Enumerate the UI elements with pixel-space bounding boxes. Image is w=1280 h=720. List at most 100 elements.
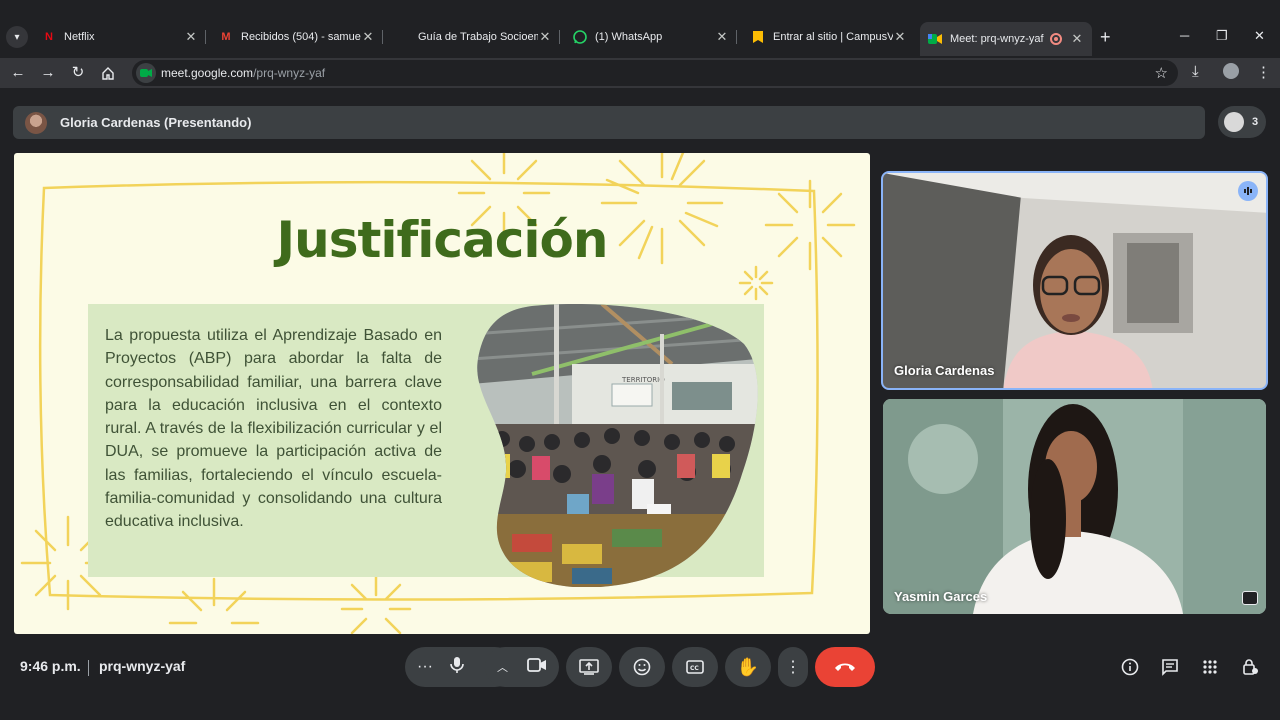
downloads-button[interactable]: ⤓ [1192, 63, 1199, 80]
tab-netflix[interactable]: N Netflix ✕ [34, 24, 206, 50]
url-path: /prq-wnyz-yaf [253, 66, 326, 80]
svg-text:CC: CC [690, 665, 699, 672]
participant-tile-yasmin[interactable]: Yasmin Garces [883, 399, 1266, 614]
browser-toolbar: ← → ↻ meet.google.com/prq-wnyz-yaf ☆ ⤓ ⋮ [0, 58, 1280, 88]
profile-button[interactable] [1223, 63, 1239, 83]
tab-title: Recibidos (504) - samuelyy [241, 31, 361, 43]
reactions-button[interactable] [619, 647, 665, 687]
more-horiz-icon[interactable]: ··· [417, 658, 433, 676]
slide-title: Justificación [276, 211, 609, 269]
activities-button[interactable] [1199, 656, 1221, 678]
tab-gmail[interactable]: M Recibidos (504) - samuelyy ✕ [211, 24, 383, 50]
close-icon[interactable]: ✕ [184, 29, 198, 45]
meeting-details-button[interactable] [1119, 656, 1141, 678]
chat-icon [1162, 659, 1178, 676]
participant-name: Yasmin Garces [894, 589, 988, 604]
minimize-icon: ─ [1180, 28, 1190, 43]
meeting-code: prq-wnyz-yaf [99, 658, 186, 674]
home-button[interactable] [98, 63, 118, 83]
info-icon [1121, 658, 1139, 676]
tab-whatsapp[interactable]: (1) WhatsApp ✕ [565, 24, 737, 50]
close-icon[interactable]: ✕ [538, 29, 552, 45]
bookmark-star-icon[interactable]: ☆ [1155, 64, 1168, 82]
captions-icon: CC [686, 660, 704, 674]
participant-tile-gloria[interactable]: Gloria Cardenas [881, 171, 1268, 390]
arrow-right-icon: → [40, 64, 56, 81]
microphone-button[interactable] [449, 656, 465, 679]
tab-docs[interactable]: Guía de Trabajo Socioemo ✕ [388, 24, 560, 50]
chevron-up-icon[interactable]: ︿ [497, 659, 508, 675]
meet-icon [928, 32, 942, 46]
participant-name: Gloria Cardenas [894, 363, 995, 378]
back-button[interactable]: ← [8, 63, 28, 83]
leave-call-button[interactable] [815, 647, 875, 687]
lock-person-icon [1243, 659, 1258, 675]
tab-search-button[interactable]: ▾ [6, 26, 28, 48]
download-icon: ⤓ [1192, 63, 1199, 80]
captions-button[interactable]: CC [672, 647, 718, 687]
minimize-button[interactable]: ─ [1180, 28, 1189, 43]
tab-title: Netflix [64, 31, 95, 43]
tab-title: Guía de Trabajo Socioemo [418, 31, 538, 43]
slide-content-panel: La propuesta utiliza el Aprendizaje Basa… [88, 304, 764, 587]
participant-video [883, 173, 1266, 388]
camera-icon [527, 657, 546, 672]
emoji-icon [633, 658, 651, 676]
tab-title: (1) WhatsApp [595, 31, 663, 43]
avatar [1224, 112, 1244, 132]
classroom-photo: TERRITORIO [477, 304, 758, 587]
picture-in-picture-icon[interactable] [1242, 591, 1258, 605]
new-tab-button[interactable]: + [1100, 27, 1111, 48]
avatar-icon [1223, 63, 1239, 79]
tab-title: Entrar al sitio | CampusVirt [773, 31, 893, 43]
restore-button[interactable]: ❐ [1216, 28, 1228, 44]
speaking-indicator-icon [1238, 181, 1258, 201]
microphone-icon [450, 656, 464, 673]
gmail-icon: M [221, 31, 231, 43]
menu-button[interactable]: ⋮ [1256, 63, 1271, 81]
tab-meet[interactable]: Meet: prq-wnyz-yaf ✕ [920, 22, 1092, 56]
participant-video [883, 399, 1266, 614]
forward-button[interactable]: → [38, 63, 58, 83]
avatar [25, 111, 47, 134]
raise-hand-button[interactable]: ✋ [725, 647, 771, 687]
more-vert-icon: ⋮ [1256, 64, 1271, 81]
slide-body-text: La propuesta utiliza el Aprendizaje Basa… [105, 327, 442, 531]
close-icon[interactable]: ✕ [715, 29, 729, 45]
presenting-bar: Gloria Cardenas (Presentando) [13, 106, 1205, 139]
present-screen-icon [579, 659, 599, 675]
plus-icon: + [1100, 27, 1111, 47]
whatsapp-icon [573, 30, 587, 44]
chevron-down-icon: ▾ [14, 31, 20, 43]
close-icon[interactable]: ✕ [893, 29, 907, 45]
tab-title: Meet: prq-wnyz-yaf [950, 33, 1044, 45]
divider [88, 660, 89, 676]
url-host: meet.google.com [161, 66, 254, 80]
close-window-button[interactable]: ✕ [1254, 28, 1265, 44]
host-controls-button[interactable] [1239, 656, 1261, 678]
video-controls: ︿ [485, 647, 559, 687]
presentation-slide: Justificación La propuesta utiliza el Ap… [14, 153, 870, 634]
tab-campus[interactable]: Entrar al sitio | CampusVirt ✕ [743, 24, 915, 50]
url-text: meet.google.com/prq-wnyz-yaf [161, 66, 325, 80]
presenting-label: Gloria Cardenas (Presentando) [60, 115, 252, 130]
docs-icon [396, 30, 410, 44]
reload-icon: ↻ [71, 64, 85, 81]
close-icon[interactable]: ✕ [361, 29, 375, 45]
more-options-button[interactable]: ⋮ [778, 647, 808, 687]
current-time: 9:46 p.m. [20, 658, 81, 674]
phone-hangup-icon [835, 663, 855, 671]
campus-icon [751, 30, 765, 44]
apps-grid-icon [1203, 660, 1217, 674]
camera-button[interactable] [527, 657, 547, 677]
close-icon: ✕ [1254, 28, 1265, 43]
close-icon[interactable]: ✕ [1070, 31, 1084, 47]
reload-button[interactable]: ↻ [68, 63, 88, 83]
address-bar[interactable]: meet.google.com/prq-wnyz-yaf ☆ [132, 60, 1178, 86]
present-screen-button[interactable] [566, 647, 612, 687]
chat-button[interactable] [1159, 656, 1181, 678]
site-info-icon[interactable] [136, 63, 156, 83]
hand-icon: ✋ [736, 656, 760, 677]
participants-button[interactable]: 3 [1218, 106, 1266, 138]
arrow-left-icon: ← [10, 64, 26, 81]
